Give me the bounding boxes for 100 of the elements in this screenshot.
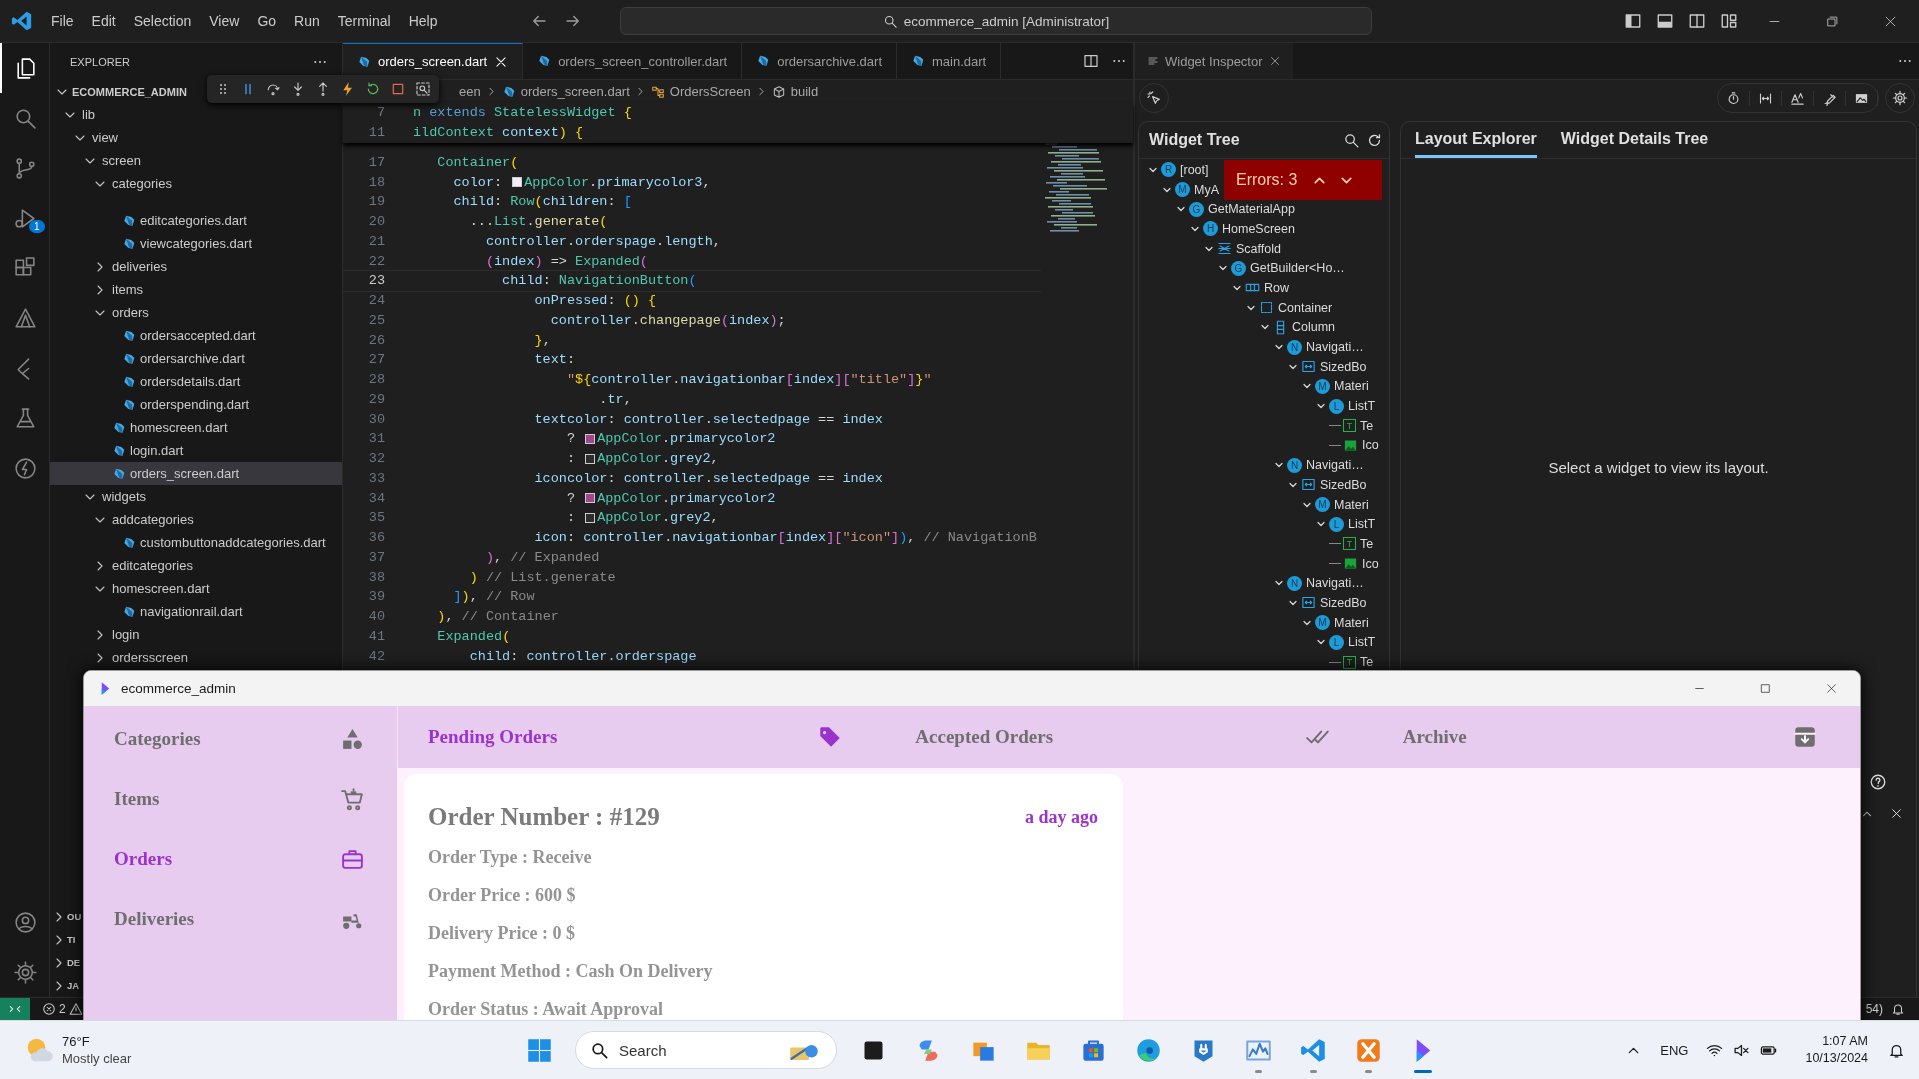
clock[interactable]: 1:07 AM 10/13/2024 (1805, 1033, 1868, 1067)
command-center[interactable]: ecommerce_admin [Administrator] (620, 7, 1372, 35)
section-header[interactable]: JA (50, 974, 80, 997)
tree-item[interactable]: ordersdetails.dart (50, 370, 342, 393)
triangle-tool-icon (13, 305, 38, 331)
tree-item[interactable]: orders_screen.dart (50, 462, 342, 485)
section-header[interactable]: DE (50, 951, 81, 974)
tree-item[interactable]: editcategories.dart (50, 209, 342, 232)
menu-item[interactable]: Terminal (330, 9, 398, 33)
breadcrumb-item[interactable]: build (771, 84, 819, 99)
tree-node[interactable]: M Materi (1139, 376, 1371, 397)
activity-item[interactable]: 1 (0, 193, 49, 243)
search-bar[interactable]: Search (575, 1031, 837, 1069)
tree-node[interactable]: Ico (1139, 435, 1381, 456)
tree-node[interactable]: N Navigati… (1139, 455, 1366, 475)
section-header[interactable]: TI (50, 928, 76, 951)
menu-item[interactable]: View (202, 9, 247, 33)
folder-header[interactable]: ECOMMERCE_ADMIN (50, 80, 191, 103)
tree-node[interactable]: G GetBuilder<Ho… (1139, 258, 1347, 279)
search-input[interactable]: Search (617, 1040, 774, 1060)
tree-node[interactable]: Column (1139, 317, 1338, 338)
tree-node[interactable]: Row (1139, 278, 1291, 298)
code-line: color: AppColor.primarycolor3, (452, 174, 711, 190)
help-icon[interactable] (1869, 773, 1887, 791)
tree-item[interactable]: deliveries (50, 255, 342, 278)
inspector-tab[interactable]: Widget Inspector (1135, 43, 1293, 79)
restore-icon[interactable] (1824, 13, 1840, 29)
tree-node[interactable]: M MyA (1139, 179, 1221, 200)
breadcrumb-item[interactable]: OrdersScreen (650, 84, 751, 99)
tree-node[interactable]: L ListT (1139, 514, 1378, 535)
tree-item[interactable]: screen (50, 149, 342, 172)
status-text[interactable]: 54) (1865, 1002, 1883, 1016)
tree-item[interactable]: ordersaccepted.dart (50, 324, 342, 347)
refresh-icon[interactable] (1366, 131, 1383, 149)
tree-item[interactable]: orderspending.dart (50, 393, 342, 416)
search-icon[interactable] (1343, 131, 1360, 149)
tree-node[interactable]: T Te (1139, 534, 1376, 554)
menu-item[interactable]: Selection (126, 9, 199, 33)
editor-tab[interactable]: orders_screen_controller.dart (523, 43, 743, 79)
breadcrumb-item[interactable]: orders_screen.dart (501, 84, 630, 99)
tree-item[interactable]: addcategories (50, 508, 342, 531)
split-editor-icon[interactable] (1083, 53, 1099, 69)
tree-item[interactable]: login (50, 623, 342, 646)
weather-widget[interactable]: 76°F Mostly clear (0, 1033, 324, 1067)
sidebar-item[interactable]: Orders (84, 829, 397, 889)
breadcrumb-item[interactable]: een (459, 84, 481, 99)
tree-node[interactable]: R [root] (1139, 160, 1211, 180)
editor-tab[interactable]: orders_screen.dart (343, 43, 524, 79)
menu-item[interactable]: Help (401, 9, 445, 33)
tree-item[interactable]: ordersscreen (50, 646, 342, 669)
nav-tab[interactable]: Pending Orders (398, 706, 886, 768)
tree-node[interactable]: Scaffold (1139, 238, 1283, 259)
editor-tab[interactable]: ordersarchive.dart (742, 43, 897, 79)
notifications-icon[interactable] (1891, 1002, 1905, 1016)
tree-node[interactable]: Ico (1139, 553, 1381, 574)
tree-node[interactable]: T Te (1139, 652, 1376, 672)
tree-node[interactable]: N Navigati… (1139, 337, 1366, 357)
tree-item[interactable]: homescreen.dart (50, 416, 342, 439)
close-icon[interactable] (1890, 807, 1903, 820)
tree-item[interactable]: viewcategories.dart (50, 232, 342, 255)
menu-item[interactable]: Edit (84, 9, 123, 33)
tree-node[interactable]: M Materi (1139, 612, 1371, 633)
tree-node[interactable]: M Materi (1139, 494, 1371, 515)
tree-node[interactable]: G GetMaterialApp (1139, 199, 1297, 220)
close-icon[interactable] (494, 54, 509, 69)
tree-item[interactable]: items (50, 278, 342, 301)
tree-node[interactable]: N Navigati… (1139, 573, 1366, 594)
panel-tab[interactable]: Layout Explorer (1415, 122, 1537, 158)
tree-item[interactable]: homescreen.dart (50, 577, 342, 600)
secondary-sidebar-icon[interactable] (1688, 12, 1706, 30)
menu-item[interactable]: Run (287, 9, 327, 33)
tree-node[interactable]: SizedBo (1139, 356, 1369, 377)
tree-item[interactable]: login.dart (50, 439, 342, 462)
tree-node[interactable]: T Te (1139, 415, 1376, 436)
tree-item[interactable]: ordersarchive.dart (50, 347, 342, 370)
tree-item[interactable]: navigationrail.dart (50, 600, 342, 623)
panel-toggle-icon[interactable] (1656, 12, 1674, 30)
code-line: ? AppColor.primarycolor2 (565, 431, 776, 447)
maximize-icon[interactable] (1758, 682, 1772, 695)
panel-tab[interactable]: Widget Details Tree (1560, 122, 1709, 158)
menu-item[interactable]: Go (250, 9, 284, 33)
tree-item[interactable]: view (50, 126, 342, 149)
tree-node[interactable]: SizedBo (1139, 593, 1369, 613)
tree-item[interactable]: orders (50, 301, 342, 324)
tree-node[interactable]: L ListT (1139, 632, 1378, 653)
tree-item[interactable]: widgets (50, 485, 342, 508)
editor-tab[interactable]: main.dart (897, 43, 1002, 79)
problems-button[interactable]: 2 (30, 1002, 83, 1016)
section-header[interactable]: OU (50, 905, 82, 928)
menu-item[interactable]: File (44, 9, 81, 33)
tree-node[interactable]: H HomeScreen (1139, 219, 1297, 239)
language-indicator[interactable]: ENG (1660, 1042, 1689, 1058)
tree-node[interactable]: SizedBo (1139, 475, 1369, 495)
tree-item[interactable]: editcategories (50, 554, 342, 577)
tree-item[interactable]: lib (50, 103, 342, 126)
tree-node[interactable]: L ListT (1139, 396, 1378, 416)
tree-node[interactable]: Container (1139, 297, 1335, 318)
tree-item[interactable]: custombuttonaddcategories.dart (50, 531, 342, 554)
sidebar-toggle-icon[interactable] (1624, 12, 1642, 30)
layout-icon[interactable] (1720, 12, 1738, 30)
